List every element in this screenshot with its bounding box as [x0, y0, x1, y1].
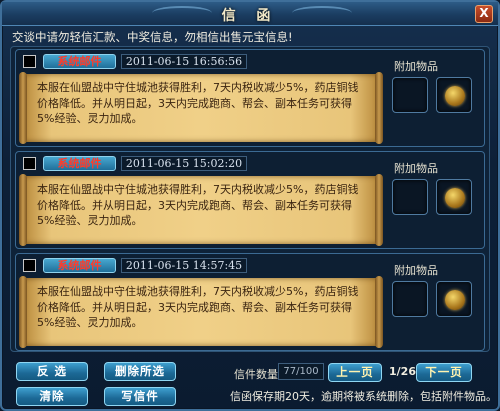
mail-checkbox[interactable] [23, 259, 36, 272]
delete-selected-button[interactable]: 删除所选 [104, 362, 176, 381]
attachment-slot[interactable] [392, 281, 428, 317]
mail-count-value: 77/100 [278, 363, 324, 380]
mail-window: 信 函 X 交谈中请勿轻信汇款、中奖信息，勿相信出售元宝信息! 系统邮件 201… [0, 0, 500, 411]
attachment-slot[interactable] [436, 77, 472, 113]
mail-date: 2011-06-15 15:02:20 [121, 156, 247, 171]
mail-item[interactable]: 系统邮件 2011-06-15 14:57:45 附加物品 本服在仙盟战中守住城… [15, 253, 485, 351]
mail-type-tag: 系统邮件 [43, 156, 116, 171]
mail-item[interactable]: 系统邮件 2011-06-15 16:56:56 附加物品 本服在仙盟战中守住城… [15, 49, 485, 147]
next-page-button[interactable]: 下一页 [416, 363, 472, 382]
mail-checkbox[interactable] [23, 157, 36, 170]
page-indicator: 1/26 [389, 365, 416, 378]
invert-selection-button[interactable]: 反 选 [16, 362, 88, 381]
mail-item[interactable]: 系统邮件 2011-06-15 15:02:20 附加物品 本服在仙盟战中守住城… [15, 151, 485, 249]
close-button[interactable]: X [475, 5, 493, 23]
clear-button[interactable]: 清除 [16, 387, 88, 406]
mail-type-tag: 系统邮件 [43, 54, 116, 69]
attachment-label: 附加物品 [394, 60, 438, 73]
mail-checkbox[interactable] [23, 55, 36, 68]
write-mail-button[interactable]: 写信件 [104, 387, 176, 406]
mail-type-tag: 系统邮件 [43, 258, 116, 273]
mail-scroll: 本服在仙盟战中守住城池获得胜利，7天内税收减少5%，药店铜钱价格降低。并从明日起… [19, 72, 383, 144]
prev-page-button[interactable]: 上一页 [328, 363, 382, 382]
mail-list: 系统邮件 2011-06-15 16:56:56 附加物品 本服在仙盟战中守住城… [10, 46, 490, 352]
mail-date: 2011-06-15 14:57:45 [121, 258, 247, 273]
gold-seal-icon [445, 86, 465, 106]
gold-seal-icon [445, 290, 465, 310]
mail-count-label: 信件数量 [234, 368, 278, 381]
attachment-label: 附加物品 [394, 264, 438, 277]
mail-body: 本服在仙盟战中守住城池获得胜利，7天内税收减少5%，药店铜钱价格降低。并从明日起… [37, 183, 359, 227]
attachment-slot[interactable] [436, 281, 472, 317]
mail-body: 本服在仙盟战中守住城池获得胜利，7天内税收减少5%，药店铜钱价格降低。并从明日起… [37, 285, 359, 329]
warning-text: 交谈中请勿轻信汇款、中奖信息，勿相信出售元宝信息! [12, 30, 293, 44]
retention-note: 信函保存期20天，逾期将被系统删除，包括附件物品。 [230, 390, 497, 403]
attachment-label: 附加物品 [394, 162, 438, 175]
attachment-slot[interactable] [392, 179, 428, 215]
mail-body: 本服在仙盟战中守住城池获得胜利，7天内税收减少5%，药店铜钱价格降低。并从明日起… [37, 81, 359, 125]
window-title: 信 函 [221, 8, 279, 24]
gold-seal-icon [445, 188, 465, 208]
attachment-slot[interactable] [392, 77, 428, 113]
mail-scroll: 本服在仙盟战中守住城池获得胜利，7天内税收减少5%，药店铜钱价格降低。并从明日起… [19, 174, 383, 246]
title-bar[interactable]: 信 函 X [2, 2, 498, 26]
mail-scroll: 本服在仙盟战中守住城池获得胜利，7天内税收减少5%，药店铜钱价格降低。并从明日起… [19, 276, 383, 348]
mail-date: 2011-06-15 16:56:56 [121, 54, 247, 69]
attachment-slot[interactable] [436, 179, 472, 215]
